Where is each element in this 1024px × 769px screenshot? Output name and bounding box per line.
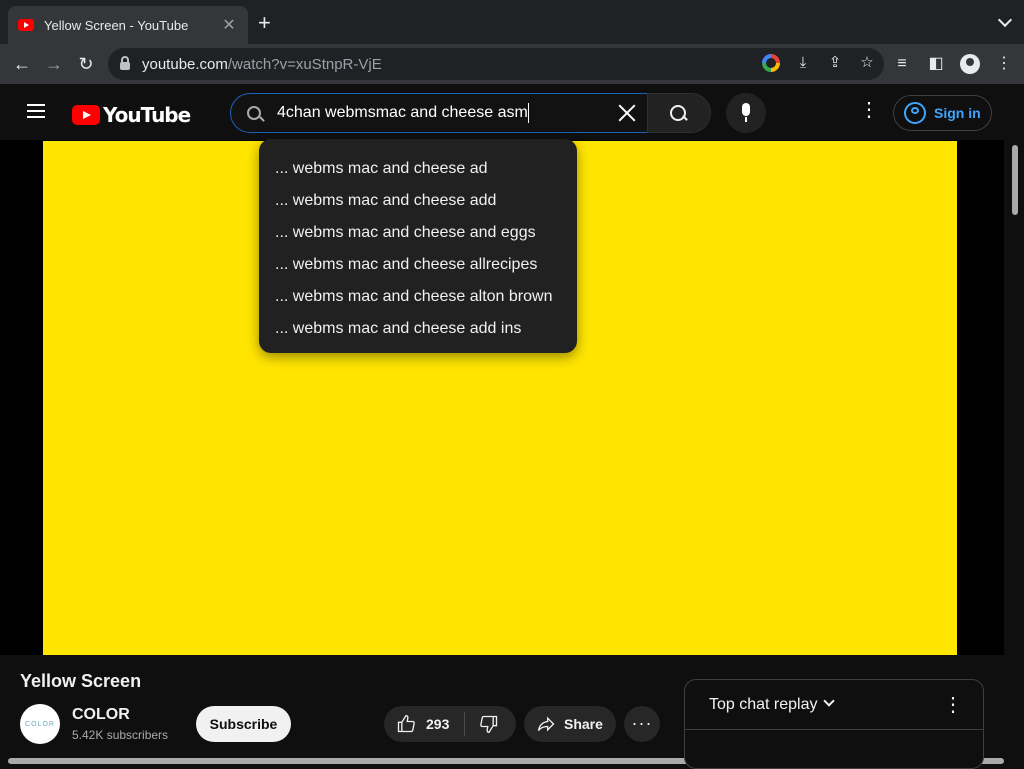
search-input[interactable]: 4chan webmsmac and cheese asm	[230, 93, 648, 133]
youtube-favicon-icon	[18, 19, 34, 31]
google-lens-icon[interactable]	[762, 54, 780, 72]
new-tab-button[interactable]: +	[258, 12, 271, 34]
reload-icon[interactable]: ↻	[74, 52, 98, 76]
youtube-header: YouTube 4chan webmsmac and cheese asm Si…	[0, 84, 1024, 140]
side-panel-icon[interactable]: ◧	[926, 54, 946, 74]
toolbar-right-icons: ≡ ◧ ⋮	[892, 54, 1014, 74]
chevron-down-icon[interactable]	[823, 695, 835, 707]
browser-tabstrip: Yellow Screen - YouTube ✕ +	[0, 0, 1024, 44]
like-dislike-group: 293	[384, 706, 516, 742]
profile-avatar-icon[interactable]	[960, 54, 980, 74]
like-count: 293	[426, 716, 450, 732]
clear-search-icon[interactable]	[615, 101, 639, 125]
share-arrow-icon	[537, 716, 555, 732]
suggestion-item[interactable]: ... webms mac and cheese allrecipes	[259, 250, 577, 282]
search-button[interactable]	[647, 93, 711, 133]
channel-avatar[interactable]: COLOR	[20, 704, 60, 744]
chat-mode-selector[interactable]: Top chat replay	[709, 696, 818, 714]
dislike-button[interactable]	[465, 706, 516, 742]
tab-close-icon[interactable]: ✕	[220, 15, 238, 35]
suggestion-item[interactable]: ... webms mac and cheese ad	[259, 154, 577, 186]
tab-title: Yellow Screen - YouTube	[44, 17, 189, 33]
youtube-logo[interactable]: YouTube	[72, 103, 191, 127]
lock-icon[interactable]	[120, 56, 130, 70]
channel-name[interactable]: COLOR	[72, 706, 130, 724]
search-query-text[interactable]: 4chan webmsmac and cheese asm	[277, 103, 615, 123]
search-icon	[670, 105, 686, 121]
sign-in-label: Sign in	[934, 105, 981, 121]
forward-arrow-icon[interactable]: →	[42, 52, 66, 76]
tab-search-chevron-icon[interactable]	[997, 12, 1013, 28]
text-caret	[527, 103, 529, 123]
chat-kebab-icon[interactable]: ⋮	[943, 692, 963, 717]
microphone-icon	[742, 103, 750, 116]
omnibox-actions: ⤓ ⇪ ☆	[762, 54, 876, 72]
video-title: Yellow Screen	[20, 671, 142, 691]
vertical-scroll-thumb[interactable]	[1012, 145, 1018, 215]
youtube-play-icon	[72, 105, 100, 125]
subscriber-count: 5.42K subscribers	[72, 728, 169, 742]
youtube-wordmark: YouTube	[103, 103, 191, 127]
browser-tab[interactable]: Yellow Screen - YouTube ✕	[8, 6, 248, 44]
thumbs-up-icon	[397, 714, 415, 733]
more-actions-button[interactable]: ···	[624, 706, 660, 742]
live-chat-panel: Top chat replay ⋮	[684, 679, 984, 769]
account-circle-icon	[904, 102, 926, 124]
share-label: Share	[564, 716, 603, 732]
reading-list-icon[interactable]: ≡	[892, 54, 912, 74]
share-button[interactable]: Share	[524, 706, 616, 742]
sign-in-button[interactable]: Sign in	[893, 95, 992, 131]
search-icon	[247, 106, 261, 120]
settings-kebab-icon[interactable]	[859, 100, 879, 120]
chat-header: Top chat replay ⋮	[685, 680, 983, 730]
thumbs-down-icon	[480, 715, 498, 734]
browser-menu-icon[interactable]: ⋮	[994, 54, 1014, 74]
suggestion-item[interactable]: ... webms mac and cheese add	[259, 186, 577, 218]
voice-search-button[interactable]	[726, 93, 766, 133]
install-app-icon[interactable]: ⤓	[794, 54, 812, 72]
browser-toolbar: ← → ↻ youtube.com/watch?v=xuStnpR-VjE ⤓ …	[0, 44, 1024, 84]
vertical-scrollbar[interactable]	[1004, 140, 1024, 755]
like-button[interactable]: 293	[384, 706, 464, 742]
url-host: youtube.com	[142, 55, 228, 73]
share-page-icon[interactable]: ⇪	[826, 54, 844, 72]
suggestion-item[interactable]: ... webms mac and cheese and eggs	[259, 218, 577, 250]
subscribe-button[interactable]: Subscribe	[196, 706, 291, 742]
search-suggestions: ... webms mac and cheese ad ... webms ma…	[259, 139, 577, 353]
bookmark-star-icon[interactable]: ☆	[858, 54, 876, 72]
microphone-stand-icon	[745, 117, 747, 122]
url-path: /watch?v=xuStnpR-VjE	[227, 55, 382, 73]
suggestion-item[interactable]: ... webms mac and cheese add ins	[259, 314, 577, 346]
back-arrow-icon[interactable]: ←	[10, 52, 34, 76]
suggestion-item[interactable]: ... webms mac and cheese alton brown	[259, 282, 577, 314]
address-bar[interactable]: youtube.com/watch?v=xuStnpR-VjE ⤓ ⇪ ☆	[108, 48, 884, 80]
hamburger-menu-icon[interactable]	[27, 104, 45, 118]
